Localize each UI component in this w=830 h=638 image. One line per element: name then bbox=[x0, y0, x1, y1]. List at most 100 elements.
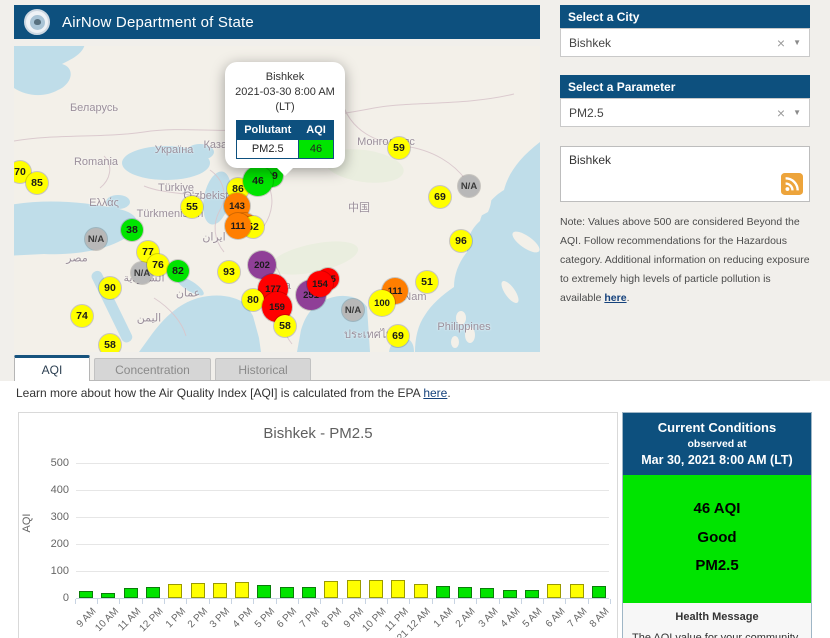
aqi-marker[interactable]: N/A bbox=[458, 175, 480, 197]
chart-bar bbox=[525, 589, 539, 598]
chart-x-tick bbox=[141, 599, 143, 604]
chart-bar bbox=[324, 581, 339, 598]
chart-x-label: 3 AM bbox=[476, 606, 501, 630]
aqi-marker[interactable]: 100 bbox=[369, 290, 395, 316]
chart-gridline bbox=[76, 571, 609, 572]
aqi-marker[interactable]: 69 bbox=[429, 186, 451, 208]
note-text: Note: Values above 500 are considered Be… bbox=[560, 216, 810, 304]
map-place-label: Ελλάς bbox=[89, 197, 119, 209]
feed-box: Bishkek bbox=[560, 146, 810, 202]
aqi-marker[interactable]: 76 bbox=[147, 254, 169, 276]
map-place-label: عمان bbox=[175, 287, 201, 300]
aqi-marker[interactable]: 82 bbox=[167, 260, 189, 282]
city-select[interactable]: Bishkek × ▼ bbox=[560, 28, 810, 57]
popup-datetime: 2021-03-30 8:00 AM bbox=[235, 85, 335, 98]
aqi-marker[interactable]: 96 bbox=[450, 230, 472, 252]
aqi-chart: Bishkek - PM2.5 AQI 0 100 200 300 400 500 9 AM… bbox=[18, 412, 618, 638]
chart-y-tick-label: 0 bbox=[62, 592, 69, 604]
chart-x-tick bbox=[275, 599, 277, 604]
chart-x-label: 6 PM bbox=[275, 606, 300, 631]
chart-x-label: 6 AM bbox=[543, 606, 568, 630]
chart-y-tick-label: 200 bbox=[50, 538, 69, 550]
chart-x-tick bbox=[520, 599, 522, 604]
observed-at-label: observed at bbox=[687, 438, 747, 450]
aqi-marker[interactable]: 46 bbox=[243, 166, 273, 196]
chart-x-label: 4 PM bbox=[230, 606, 255, 631]
city-select-value: Bishkek bbox=[569, 35, 612, 50]
health-message-title: Health Message bbox=[675, 610, 759, 623]
chart-bar bbox=[569, 583, 584, 598]
chart-x-tick bbox=[74, 599, 76, 604]
chart-bar bbox=[391, 579, 406, 598]
clear-icon[interactable]: × bbox=[769, 105, 793, 121]
chart-x-tick bbox=[431, 599, 433, 604]
aqi-marker[interactable]: 38 bbox=[121, 219, 143, 241]
tab-aqi[interactable]: AQI bbox=[14, 355, 90, 381]
aqi-marker[interactable]: 74 bbox=[71, 305, 93, 327]
current-aqi-parameter: PM2.5 bbox=[695, 557, 739, 574]
chart-x-tick bbox=[543, 599, 545, 604]
aqi-marker[interactable]: 55 bbox=[181, 196, 203, 218]
chart-x-label: 1 AM bbox=[431, 606, 456, 630]
chart-x-label: 7 AM bbox=[565, 606, 590, 630]
chart-x-tick bbox=[409, 599, 411, 604]
chart-bar bbox=[212, 583, 227, 598]
feed-city: Bishkek bbox=[569, 153, 612, 167]
chart-bar bbox=[435, 586, 450, 598]
aqi-marker[interactable]: 58 bbox=[99, 334, 121, 352]
map-popup: Bishkek 2021-03-30 8:00 AM (LT) Pollutan… bbox=[225, 62, 345, 176]
popup-aqi-table: Pollutant AQI PM2.5 46 bbox=[236, 119, 334, 159]
rss-icon[interactable] bbox=[781, 173, 803, 195]
current-conditions-panel: Current Conditions observed at Mar 30, 2… bbox=[622, 412, 812, 638]
parameter-select[interactable]: PM2.5 × ▼ bbox=[560, 98, 810, 127]
beyond-aqi-note: Note: Values above 500 are considered Be… bbox=[560, 213, 810, 307]
chart-bar bbox=[302, 586, 316, 598]
chevron-down-icon[interactable]: ▼ bbox=[793, 38, 801, 47]
chevron-down-icon[interactable]: ▼ bbox=[793, 108, 801, 117]
chart-x-tick bbox=[364, 599, 366, 604]
learn-more-text: Learn more about how the Air Quality Ind… bbox=[16, 386, 451, 400]
aqi-marker[interactable]: 80 bbox=[242, 289, 264, 311]
chart-bar bbox=[368, 580, 383, 598]
chart-x-label: 2 AM bbox=[453, 606, 478, 630]
epa-here-link[interactable]: here bbox=[423, 386, 447, 400]
tab-concentration[interactable]: Concentration bbox=[94, 358, 211, 380]
popup-aqi-value: 46 bbox=[298, 138, 334, 159]
aqi-marker[interactable]: N/A bbox=[85, 228, 107, 250]
current-conditions-title: Current Conditions bbox=[657, 420, 777, 435]
aqi-marker[interactable]: 58 bbox=[274, 315, 296, 337]
aqi-marker[interactable]: 85 bbox=[26, 172, 48, 194]
note-here-link[interactable]: here bbox=[604, 292, 626, 304]
tab-historical[interactable]: Historical bbox=[215, 358, 311, 380]
aqi-marker[interactable]: 93 bbox=[218, 261, 240, 283]
chart-x-label: 12 PM bbox=[137, 606, 166, 635]
chart-bar bbox=[547, 583, 562, 598]
aqi-marker[interactable]: 154 bbox=[307, 271, 333, 297]
aqi-marker[interactable]: 69 bbox=[387, 325, 409, 347]
map-place-label: مصر bbox=[66, 252, 88, 265]
aqi-marker[interactable]: 59 bbox=[388, 137, 410, 159]
aqi-marker[interactable]: N/A bbox=[342, 299, 364, 321]
chart-x-label: 5 PM bbox=[252, 606, 278, 631]
map-place-label: اليمن bbox=[136, 312, 162, 325]
chart-gridline bbox=[76, 517, 609, 518]
chart-x-tick bbox=[476, 599, 478, 604]
aqi-marker[interactable]: 51 bbox=[416, 271, 438, 293]
chart-x-tick bbox=[186, 599, 188, 604]
aqi-marker[interactable]: 111 bbox=[225, 213, 251, 239]
aqi-marker[interactable]: 90 bbox=[99, 277, 121, 299]
chart-y-tick-label: 400 bbox=[50, 484, 69, 496]
observed-time: Mar 30, 2021 8:00 AM (LT) bbox=[641, 453, 793, 467]
chart-bar bbox=[145, 587, 160, 598]
chart-bar bbox=[235, 582, 250, 598]
learn-more-period: . bbox=[447, 386, 451, 400]
health-message-text: The AQI value for your community is betw… bbox=[632, 631, 799, 638]
chart-x-tick bbox=[453, 599, 455, 604]
popup-pollutant-value: PM2.5 bbox=[236, 138, 300, 159]
app-header: AirNow Department of State bbox=[14, 5, 540, 39]
parameter-select-label: Select a Parameter bbox=[560, 75, 810, 98]
chart-y-tick-label: 100 bbox=[50, 565, 69, 577]
chart-x-tick bbox=[498, 599, 500, 604]
clear-icon[interactable]: × bbox=[769, 35, 793, 51]
current-aqi-category: Good bbox=[697, 528, 737, 546]
